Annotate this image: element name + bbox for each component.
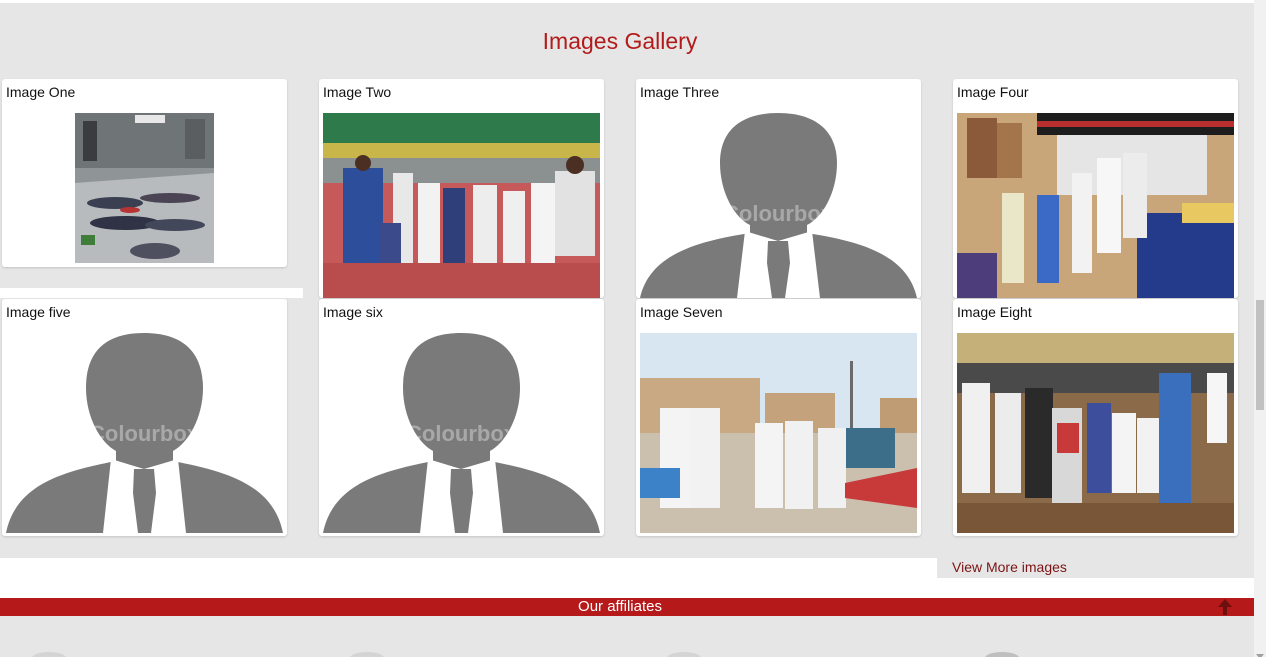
gallery-image-1[interactable] (75, 113, 214, 263)
section-divider (0, 578, 1254, 598)
gallery-image-7[interactable] (640, 333, 917, 533)
affiliate-logo[interactable] (985, 652, 1019, 657)
scroll-down-icon[interactable] (1256, 647, 1264, 657)
gallery-image-4[interactable] (957, 113, 1234, 298)
gallery-card-6[interactable]: Image six Colourbox (319, 299, 604, 536)
gallery-card-label: Image One (6, 84, 76, 100)
gallery-card-label: Image six (323, 304, 383, 320)
gallery-card-1[interactable]: Image One (2, 79, 287, 267)
gallery-title: Images Gallery (542, 28, 698, 54)
affiliates-title: Our affiliates (578, 598, 662, 615)
placeholder-silhouette-image[interactable]: Colourbox (323, 333, 600, 533)
gallery-card-4[interactable]: Image Four (953, 79, 1238, 298)
gallery-card-label: Image five (6, 304, 71, 320)
view-more-images-link[interactable]: View More images (952, 559, 1067, 575)
gallery-card-8[interactable]: Image Eight (953, 299, 1238, 536)
gallery-image-8[interactable] (957, 333, 1234, 533)
row-separator (0, 288, 303, 298)
section-divider (0, 558, 937, 578)
affiliate-logo[interactable] (667, 652, 701, 657)
gallery-card-label: Image Seven (640, 304, 723, 320)
gallery-card-label: Image Three (640, 84, 720, 100)
top-divider (0, 0, 1254, 3)
vertical-scrollbar[interactable] (1254, 0, 1266, 657)
watermark-text: Colourbox (89, 421, 200, 446)
gallery-card-label: Image Two (323, 84, 392, 100)
gallery-card-7[interactable]: Image Seven (636, 299, 921, 536)
gallery-card-3[interactable]: Image Three Colourbox (636, 79, 921, 298)
scrollbar-thumb[interactable] (1256, 300, 1264, 410)
arrow-up-icon[interactable] (1216, 599, 1234, 615)
page: Images Gallery Image One Image Two Image… (0, 0, 1266, 657)
affiliate-logo[interactable] (350, 652, 384, 657)
gallery-card-5[interactable]: Image five Colourbox (2, 299, 287, 536)
watermark-text: Colourbox (406, 421, 517, 446)
gallery-card-2[interactable]: Image Two (319, 79, 604, 298)
gallery-card-label: Image Eight (957, 304, 1032, 320)
gallery-card-label: Image Four (957, 84, 1029, 100)
placeholder-silhouette-image[interactable]: Colourbox (6, 333, 283, 533)
placeholder-silhouette-image[interactable]: Colourbox (640, 113, 917, 298)
watermark-text: Colourbox (723, 201, 834, 226)
affiliates-header-bar: Our affiliates (0, 598, 1254, 616)
affiliate-logo[interactable] (32, 652, 66, 657)
gallery-image-2[interactable] (323, 113, 600, 298)
